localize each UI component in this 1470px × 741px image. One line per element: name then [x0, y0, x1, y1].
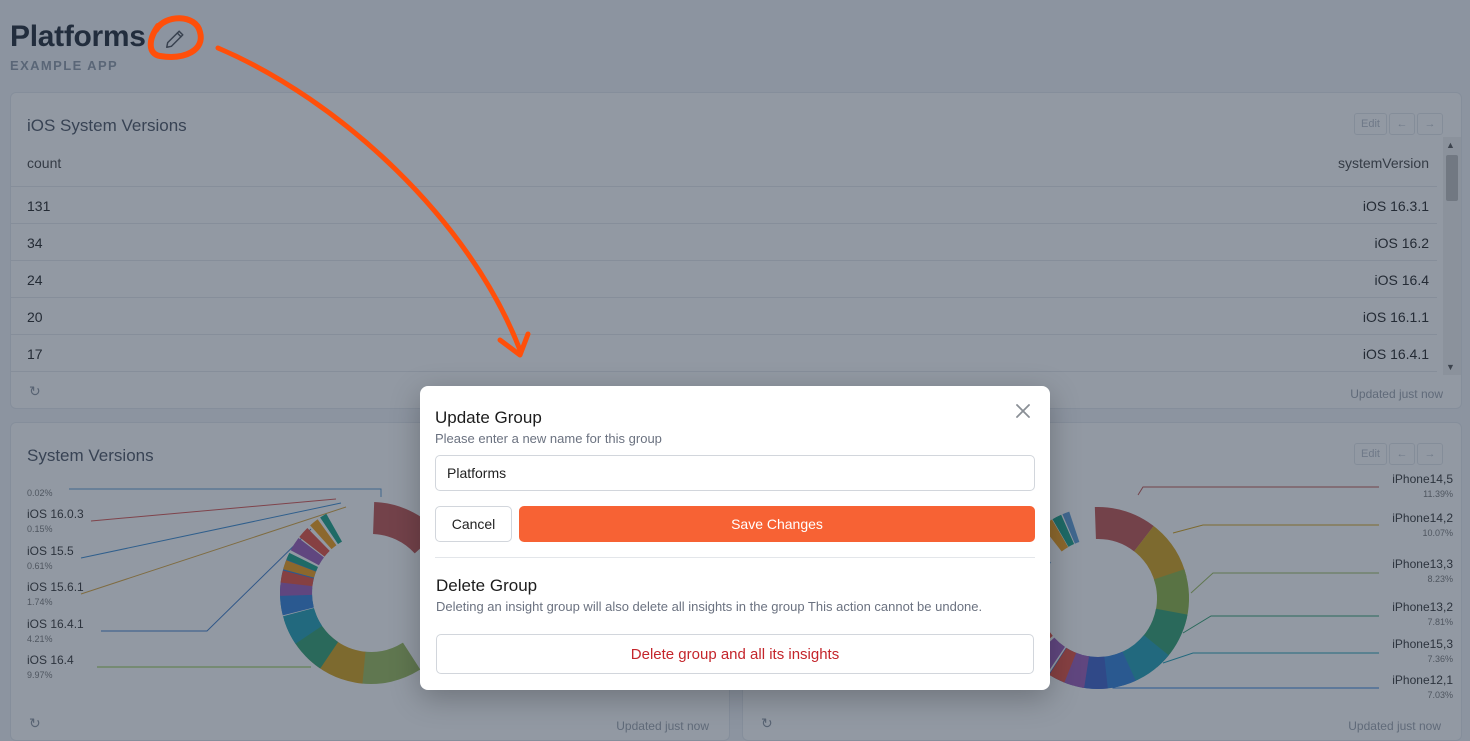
close-icon[interactable] [1014, 402, 1032, 420]
delete-group-button[interactable]: Delete group and all its insights [436, 634, 1034, 674]
divider [435, 557, 1035, 558]
save-changes-button[interactable]: Save Changes [519, 506, 1035, 542]
group-name-input[interactable] [435, 455, 1035, 491]
dialog-subtitle: Please enter a new name for this group [435, 431, 662, 446]
delete-warning: Deleting an insight group will also dele… [436, 599, 983, 614]
dialog-title: Update Group [435, 408, 542, 427]
update-group-dialog: Update Group Please enter a new name for… [420, 386, 1050, 690]
cancel-button[interactable]: Cancel [435, 506, 512, 542]
delete-section-title: Delete Group [436, 576, 538, 595]
